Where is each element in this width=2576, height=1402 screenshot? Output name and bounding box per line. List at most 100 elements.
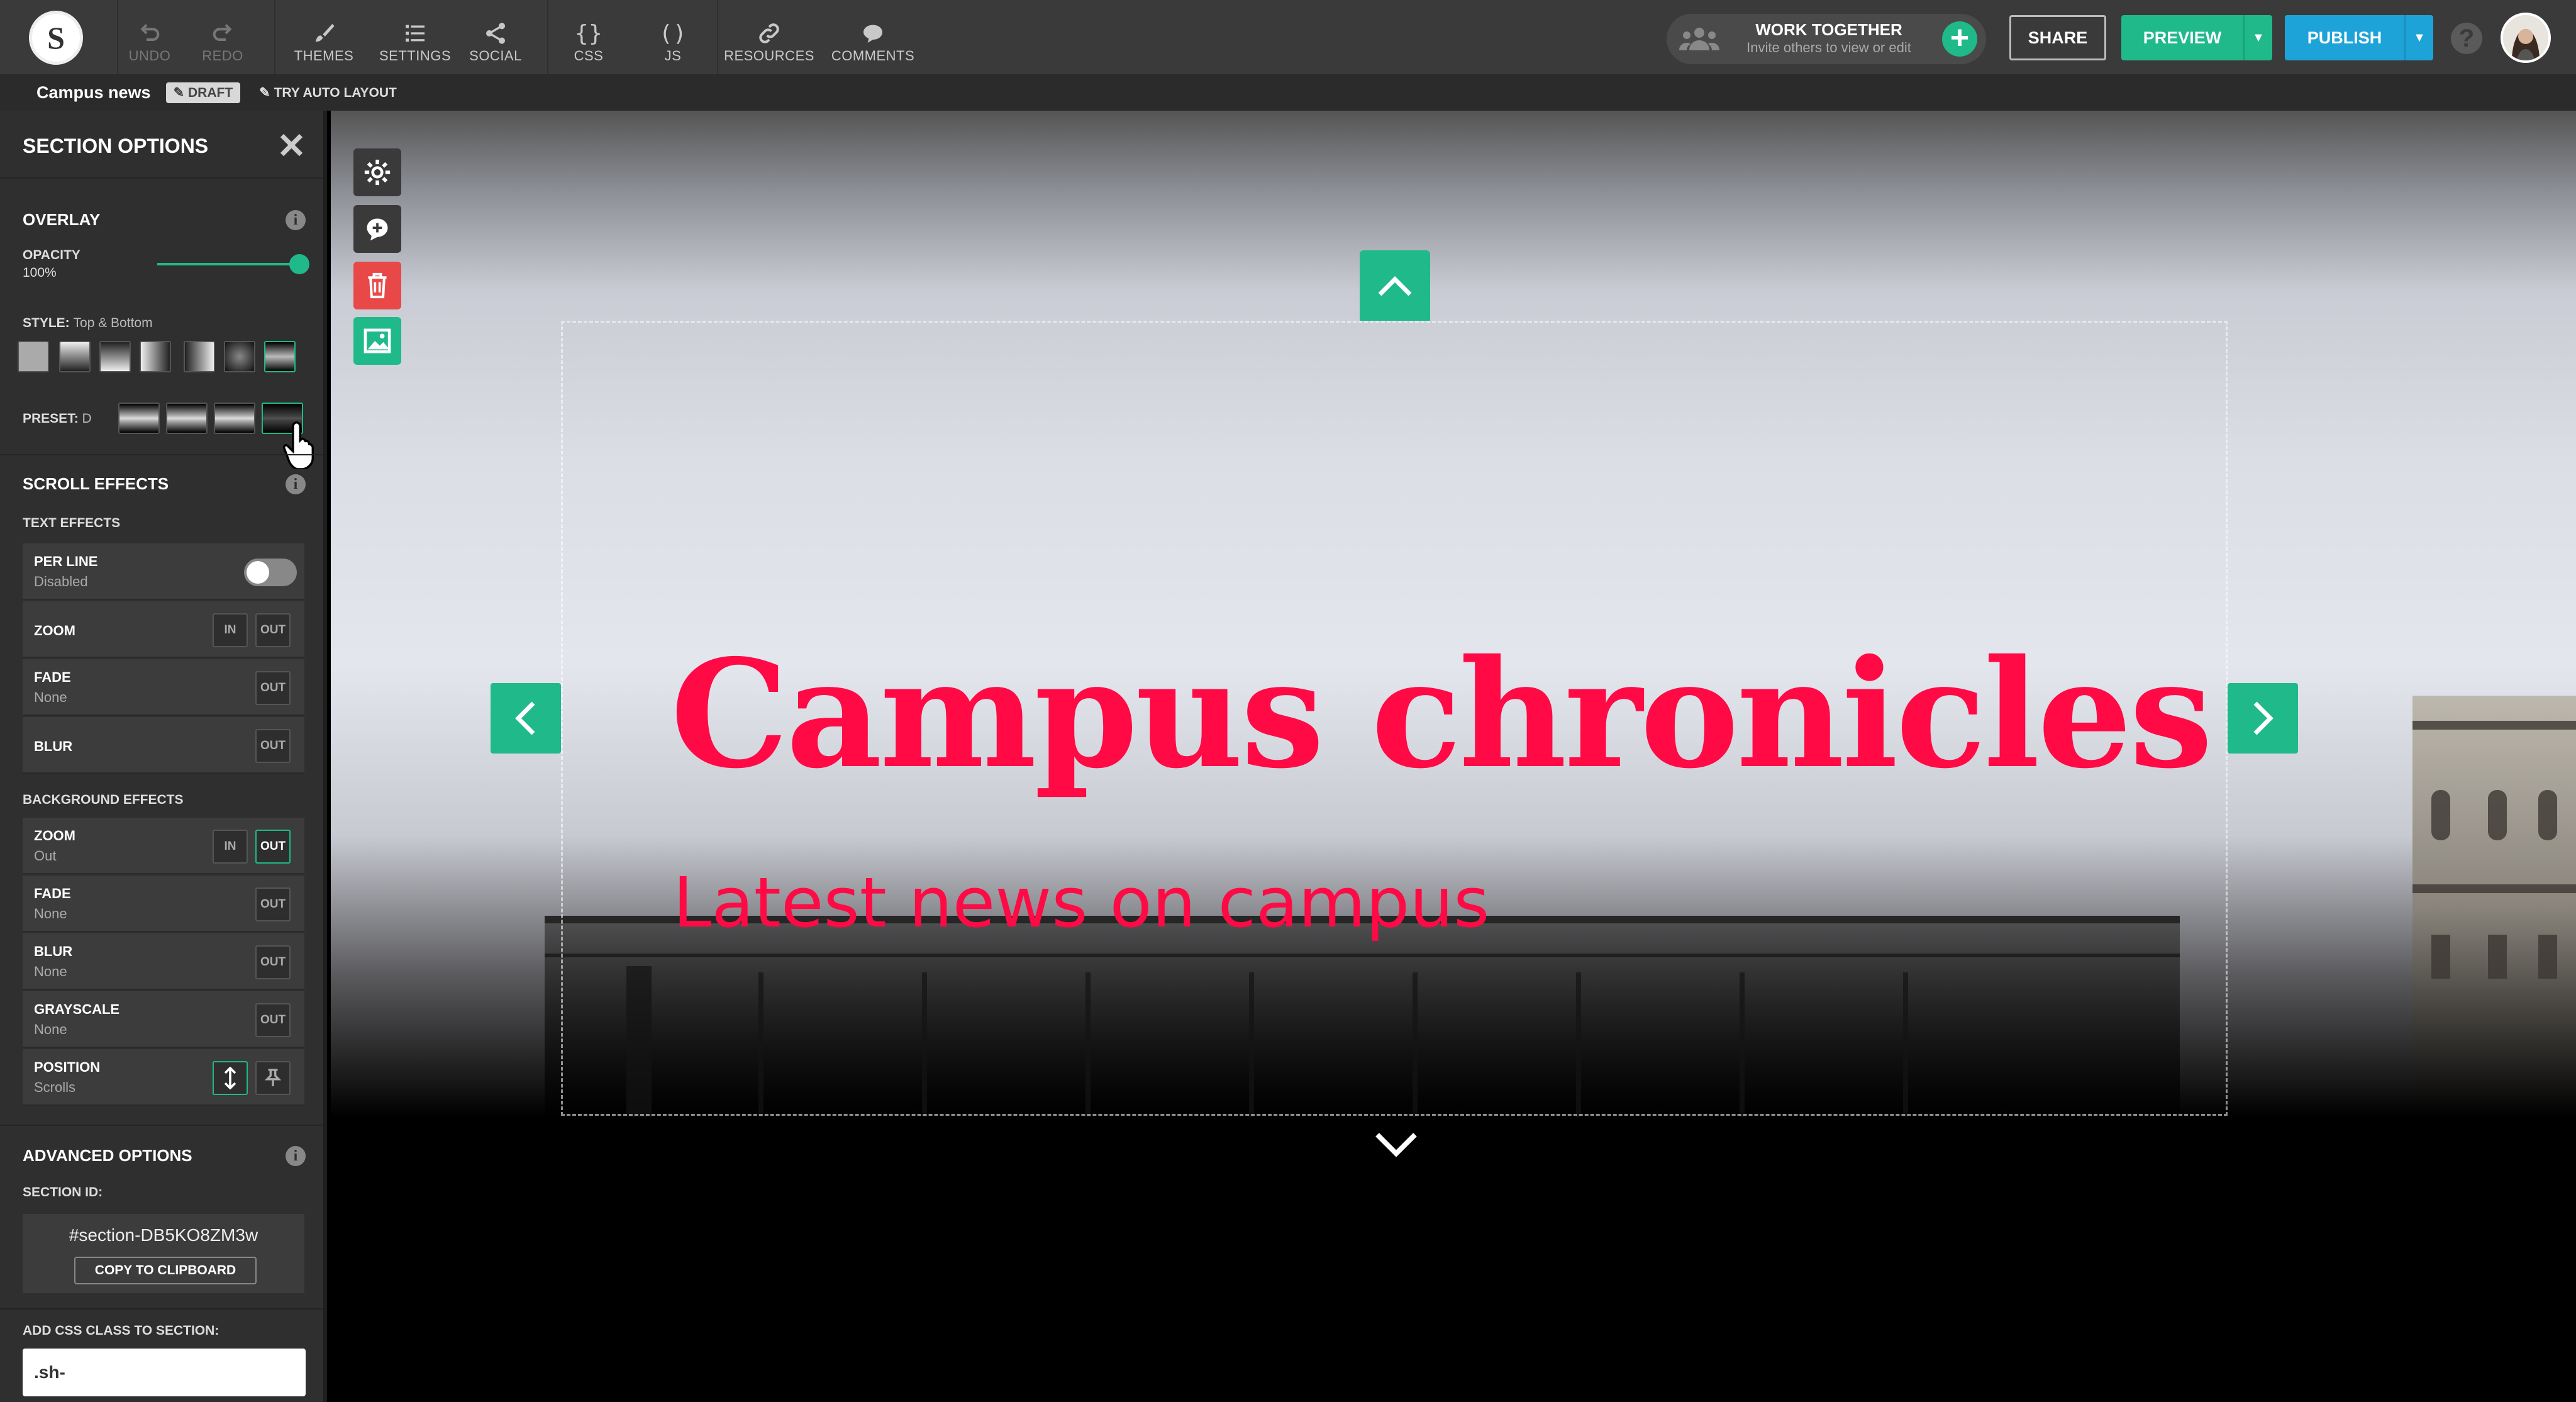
pin-icon	[265, 1069, 281, 1086]
redo-button[interactable]: REDO	[199, 11, 247, 64]
background-tower	[2412, 696, 2576, 1117]
divider	[0, 1308, 323, 1310]
help-icon[interactable]: ?	[2451, 23, 2482, 54]
themes-label: THEMES	[294, 48, 354, 64]
share-nodes-icon	[483, 19, 508, 48]
style-bottom-option[interactable]	[59, 341, 91, 372]
preset-b-option[interactable]	[166, 403, 208, 434]
delete-section-button[interactable]	[353, 262, 401, 309]
preset-a-option[interactable]	[118, 403, 160, 434]
share-button[interactable]: SHARE	[2009, 15, 2106, 60]
text-zoom-in-button[interactable]: IN	[213, 613, 248, 647]
preview-button[interactable]: PREVIEW ▼	[2121, 15, 2272, 60]
style-vignette-option[interactable]	[224, 341, 255, 372]
opacity-slider-handle[interactable]	[289, 254, 309, 274]
copy-to-clipboard-button[interactable]: COPY TO CLIPBOARD	[74, 1257, 257, 1284]
text-fade-value: None	[34, 689, 67, 705]
style-top-option[interactable]	[99, 341, 131, 372]
previous-layout-button[interactable]	[491, 683, 561, 754]
settings-button[interactable]: SETTINGS	[377, 11, 453, 64]
comments-button[interactable]: COMMENTS	[828, 11, 918, 64]
editor-canvas: Campus chronicles Latest news on campus	[331, 111, 2576, 1402]
style-label: STYLE: Top & Bottom	[23, 316, 153, 331]
publish-label: PUBLISH	[2307, 28, 2382, 47]
preview-dropdown-caret-icon[interactable]: ▼	[2243, 15, 2272, 60]
social-button[interactable]: SOCIAL	[465, 11, 526, 64]
opacity-slider[interactable]	[157, 254, 309, 274]
avatar[interactable]	[2501, 13, 2551, 63]
text-fade-out-button[interactable]: OUT	[255, 671, 291, 705]
chevron-down-icon	[1375, 1133, 1417, 1157]
publish-button[interactable]: PUBLISH ▼	[2285, 15, 2433, 60]
themes-button[interactable]: THEMES	[289, 11, 358, 64]
bg-fade-value: None	[34, 906, 67, 921]
section-subheading[interactable]: Latest news on campus	[673, 862, 1489, 943]
section-id-label: SECTION ID:	[23, 1185, 103, 1199]
opacity-value: 100%	[23, 265, 57, 280]
text-zoom-out-button[interactable]: OUT	[255, 613, 291, 647]
close-icon[interactable]: ✕	[277, 128, 306, 164]
resources-label: RESOURCES	[724, 48, 814, 64]
section-id-value: #section-DB5KO8ZM3w	[69, 1225, 258, 1245]
preset-value: D	[82, 411, 92, 426]
text-fade-row: FADE None OUT	[23, 659, 304, 716]
bg-fade-label: FADE	[34, 886, 71, 901]
bg-zoom-row: ZOOM Out IN OUT	[23, 818, 304, 874]
js-label: JS	[664, 48, 682, 64]
position-fixed-button[interactable]	[255, 1061, 291, 1095]
undo-icon	[137, 19, 162, 48]
style-flat-option[interactable]	[18, 341, 49, 372]
grayscale-label: GRAYSCALE	[34, 1001, 120, 1017]
page-name[interactable]: Campus news	[36, 83, 151, 103]
grayscale-value: None	[34, 1021, 67, 1037]
bg-blur-row: BLUR None OUT	[23, 933, 304, 990]
add-comment-button[interactable]	[353, 205, 401, 253]
hand-cursor-icon	[282, 419, 323, 472]
comment-add-icon	[367, 218, 388, 241]
parentheses-icon: ()	[658, 20, 687, 47]
next-layout-button[interactable]	[2228, 683, 2298, 754]
preset-c-option[interactable]	[214, 403, 255, 434]
per-line-toggle[interactable]	[244, 559, 297, 586]
page-bar: Campus news ✎ DRAFT ✎ TRY AUTO LAYOUT	[0, 74, 2576, 111]
info-icon[interactable]: i	[286, 210, 306, 230]
publish-dropdown-caret-icon[interactable]: ▼	[2404, 15, 2433, 60]
grayscale-out-button[interactable]: OUT	[255, 1003, 291, 1037]
section-settings-button[interactable]	[353, 148, 401, 196]
css-class-label: ADD CSS CLASS TO SECTION:	[23, 1323, 219, 1338]
try-auto-layout-link[interactable]: ✎ TRY AUTO LAYOUT	[259, 85, 397, 101]
resources-button[interactable]: RESOURCES	[723, 11, 815, 64]
invite-plus-icon[interactable]: +	[1942, 21, 1977, 57]
toolbar-divider	[274, 0, 275, 74]
undo-button[interactable]: UNDO	[126, 11, 174, 64]
bg-zoom-out-button[interactable]: OUT	[255, 830, 291, 864]
bg-zoom-label: ZOOM	[34, 828, 75, 843]
background-image-button[interactable]	[353, 317, 401, 365]
css-button[interactable]: {} CSS	[564, 11, 614, 64]
divider	[0, 177, 323, 179]
strikingly-logo[interactable]: S	[29, 11, 83, 65]
image-icon	[364, 328, 391, 353]
js-button[interactable]: () JS	[648, 11, 698, 64]
text-blur-out-button[interactable]: OUT	[255, 729, 291, 763]
section-heading[interactable]: Campus chronicles	[670, 626, 2213, 801]
bg-zoom-in-button[interactable]: IN	[213, 830, 248, 864]
style-top-bottom-option[interactable]	[264, 341, 296, 372]
gear-icon	[364, 159, 391, 186]
position-scroll-button[interactable]	[213, 1061, 248, 1095]
work-together-button[interactable]: WORK TOGETHER Invite others to view or e…	[1667, 14, 1986, 64]
style-right-option[interactable]	[184, 341, 215, 372]
style-left-option[interactable]	[140, 341, 171, 372]
bg-blur-out-button[interactable]: OUT	[255, 945, 291, 979]
bg-fade-out-button[interactable]: OUT	[255, 887, 291, 921]
section-id-box: #section-DB5KO8ZM3w COPY TO CLIPBOARD	[23, 1214, 304, 1293]
text-zoom-row: ZOOM IN OUT	[23, 601, 304, 658]
move-section-down-button[interactable]	[1372, 1130, 1420, 1160]
info-icon[interactable]: i	[286, 1146, 306, 1166]
style-value: Top & Bottom	[73, 316, 153, 330]
css-class-input[interactable]: .sh-	[23, 1349, 306, 1396]
info-icon[interactable]: i	[286, 474, 306, 494]
move-section-up-button[interactable]	[1360, 250, 1430, 321]
top-toolbar: S UNDO REDO THEMES SETTINGS SOCIAL {} CS…	[0, 0, 2576, 74]
position-value: Scrolls	[34, 1079, 76, 1095]
